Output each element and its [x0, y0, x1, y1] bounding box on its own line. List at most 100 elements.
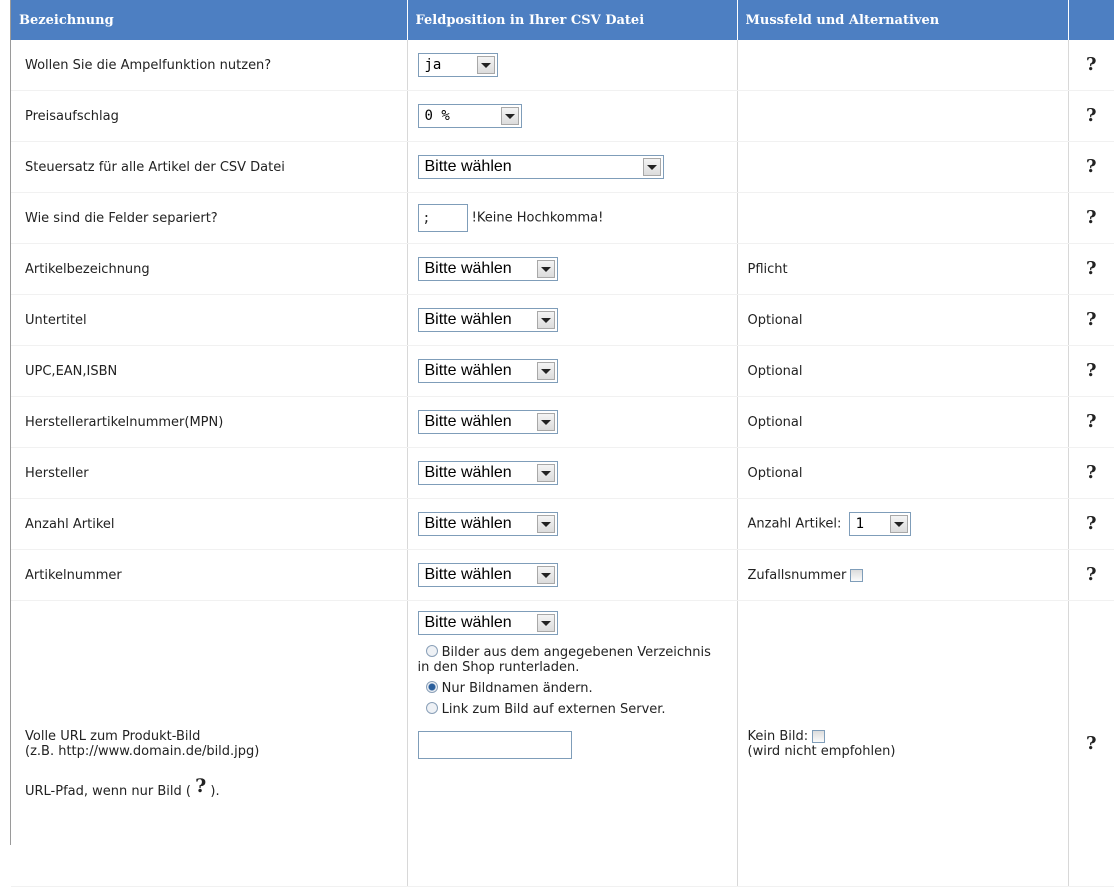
upc-ean-isbn-select[interactable]: Bitte wählen — [417, 359, 558, 383]
anzahl-artikel-default-select[interactable]: 1 — [848, 512, 911, 536]
chevron-down-icon[interactable] — [536, 362, 555, 380]
chevron-down-icon[interactable] — [536, 566, 555, 584]
row-label: Anzahl Artikel — [11, 498, 408, 550]
table-row: Artikelbezeichnung Bitte wählen Pflicht … — [11, 243, 1114, 295]
help-icon[interactable]: ? — [195, 776, 206, 795]
header-help — [1068, 0, 1114, 40]
help-icon[interactable]: ? — [1086, 362, 1097, 380]
table-row: Preisaufschlag 0 % ? — [11, 90, 1114, 142]
help-icon[interactable]: ? — [1086, 158, 1097, 176]
select-value: Bitte wählen — [424, 311, 512, 328]
row-label: Herstellerartikelnummer(MPN) — [11, 396, 408, 448]
row-note: Optional — [737, 294, 1069, 346]
chevron-down-icon[interactable] — [536, 311, 555, 329]
mpn-select[interactable]: Bitte wählen — [417, 410, 558, 434]
row-label: Artikelnummer — [11, 549, 408, 601]
table-row: Untertitel Bitte wählen Optional ? — [11, 294, 1114, 346]
bild-url-label: Volle URL zum Produkt-Bild (z.B. http://… — [25, 729, 407, 799]
hersteller-select[interactable]: Bitte wählen — [417, 461, 558, 485]
label-line: URL-Pfad, wenn nur Bild ( ? ). — [25, 776, 407, 799]
kein-bild-sub: (wird nicht empfohlen) — [747, 743, 896, 759]
chevron-down-icon[interactable] — [536, 614, 555, 632]
help-icon[interactable]: ? — [1086, 209, 1097, 227]
label-text: URL-Pfad, wenn nur Bild ( — [25, 783, 191, 799]
table-row: Wie sind die Felder separiert? ; !Keine … — [11, 192, 1114, 244]
chevron-down-icon[interactable] — [536, 260, 555, 278]
table-row: UPC,EAN,ISBN Bitte wählen Optional ? — [11, 345, 1114, 397]
help-icon[interactable]: ? — [1086, 56, 1097, 74]
chevron-down-icon[interactable] — [889, 515, 908, 533]
row-note: Optional — [737, 447, 1069, 499]
untertitel-select[interactable]: Bitte wählen — [417, 308, 558, 332]
artikelbezeichnung-select[interactable]: Bitte wählen — [417, 257, 558, 281]
chevron-down-icon[interactable] — [536, 515, 555, 533]
row-note: Pflicht — [737, 243, 1069, 295]
help-icon[interactable]: ? — [1086, 566, 1097, 584]
csv-mapping-table: Bezeichnung Feldposition in Ihrer CSV Da… — [11, 0, 1114, 887]
row-label: Wollen Sie die Ampelfunktion nutzen? — [11, 40, 408, 91]
chevron-down-icon[interactable] — [536, 413, 555, 431]
row-note — [737, 141, 1069, 193]
bild-option-rename[interactable]: Nur Bildnamen ändern. — [418, 681, 718, 696]
select-value: Bitte wählen — [424, 158, 512, 175]
select-value: ja — [424, 57, 442, 73]
select-value: Bitte wählen — [424, 464, 512, 481]
select-value: Bitte wählen — [424, 566, 512, 583]
kein-bild-checkbox[interactable] — [812, 729, 826, 743]
help-icon[interactable]: ? — [1086, 464, 1097, 482]
row-label: Artikelbezeichnung — [11, 243, 408, 295]
steuersatz-select[interactable]: Bitte wählen — [417, 155, 664, 179]
row-note — [737, 192, 1069, 244]
bild-url-select[interactable]: Bitte wählen — [417, 611, 558, 635]
table-header: Bezeichnung Feldposition in Ihrer CSV Da… — [11, 0, 1114, 40]
row-note: Optional — [737, 396, 1069, 448]
row-label: Steuersatz für alle Artikel der CSV Date… — [11, 141, 408, 193]
bild-url-input[interactable] — [417, 731, 572, 759]
table-row: Steuersatz für alle Artikel der CSV Date… — [11, 141, 1114, 193]
row-label: Wie sind die Felder separiert? — [11, 192, 408, 244]
radio-download[interactable] — [425, 645, 438, 657]
chevron-down-icon[interactable] — [536, 464, 555, 482]
row-label: Untertitel — [11, 294, 408, 346]
radio-label: Bilder aus dem angegebenen Verzeichnis i… — [417, 645, 711, 675]
row-note: Optional — [737, 345, 1069, 397]
anzahl-artikel-select[interactable]: Bitte wählen — [417, 512, 558, 536]
header-feldposition: Feldposition in Ihrer CSV Datei — [407, 0, 738, 40]
row-note — [737, 90, 1069, 142]
separator-hint: !Keine Hochkomma! — [471, 210, 604, 226]
chevron-down-icon[interactable] — [476, 56, 495, 74]
select-value: Bitte wählen — [424, 260, 512, 277]
radio-link[interactable] — [425, 702, 438, 714]
zufallsnummer-checkbox[interactable] — [850, 568, 864, 582]
kein-bild-label: Kein Bild: — [747, 728, 809, 744]
radio-rename[interactable] — [425, 681, 438, 693]
radio-label: Nur Bildnamen ändern. — [441, 681, 593, 696]
bild-option-link[interactable]: Link zum Bild auf externen Server. — [418, 702, 718, 717]
row-label: Hersteller — [11, 447, 408, 499]
table-row: Volle URL zum Produkt-Bild (z.B. http://… — [11, 600, 1114, 887]
table-row: Artikelnummer Bitte wählen Zufallsnummer… — [11, 549, 1114, 601]
help-icon[interactable]: ? — [1086, 734, 1097, 753]
select-value: Bitte wählen — [424, 614, 512, 631]
header-mussfeld: Mussfeld und Alternativen — [737, 0, 1069, 40]
ampelfunktion-select[interactable]: ja — [417, 53, 498, 77]
table-row: Wollen Sie die Ampelfunktion nutzen? ja … — [11, 40, 1114, 91]
table-row: Herstellerartikelnummer(MPN) Bitte wähle… — [11, 396, 1114, 448]
chevron-down-icon[interactable] — [642, 158, 661, 176]
artikelnummer-select[interactable]: Bitte wählen — [417, 563, 558, 587]
help-icon[interactable]: ? — [1086, 515, 1097, 533]
row-label: UPC,EAN,ISBN — [11, 345, 408, 397]
label-line: Volle URL zum Produkt-Bild — [25, 728, 201, 744]
select-value: 0 % — [424, 108, 450, 124]
help-icon[interactable]: ? — [1086, 260, 1097, 278]
csv-import-form: Bezeichnung Feldposition in Ihrer CSV Da… — [10, 0, 1114, 887]
help-icon[interactable]: ? — [1086, 413, 1097, 431]
bild-option-download[interactable]: Bilder aus dem angegebenen Verzeichnis i… — [418, 645, 718, 675]
header-bezeichnung: Bezeichnung — [11, 0, 408, 40]
separator-input[interactable]: ; — [417, 204, 468, 232]
help-icon[interactable]: ? — [1086, 107, 1097, 125]
select-value: Bitte wählen — [424, 413, 512, 430]
help-icon[interactable]: ? — [1086, 311, 1097, 329]
chevron-down-icon[interactable] — [500, 107, 519, 125]
preisaufschlag-select[interactable]: 0 % — [417, 104, 522, 128]
